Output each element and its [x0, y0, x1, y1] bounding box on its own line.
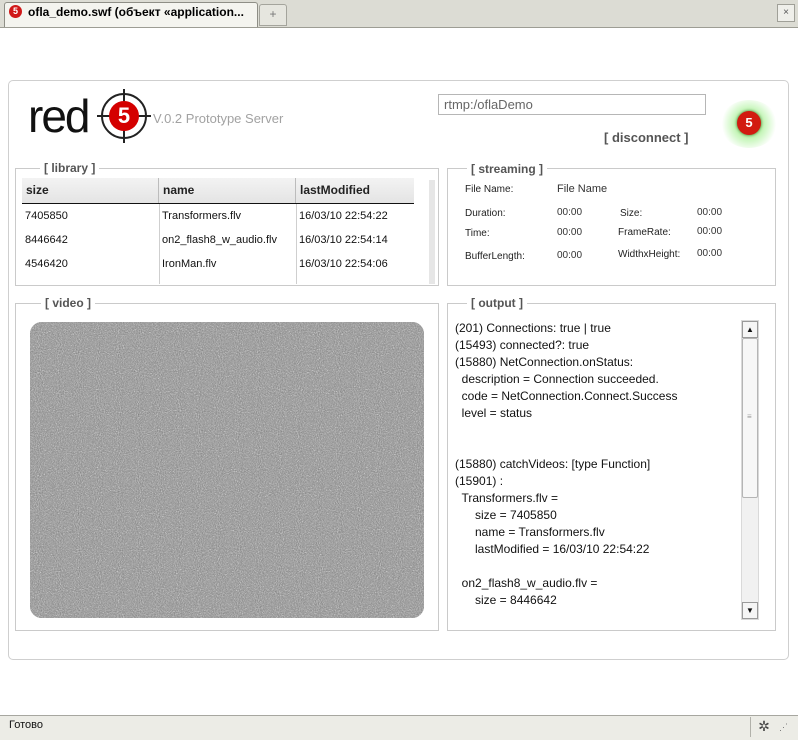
status-divider	[750, 717, 751, 737]
time-label: Time:	[465, 228, 490, 239]
log-line: (201) Connections: true | true	[455, 321, 611, 335]
log-line: (15880) catchVideos: [type Function]	[455, 457, 651, 471]
table-row[interactable]: 7405850 Transformers.flv 16/03/10 22:54:…	[22, 204, 414, 228]
bufferlength-label: BufferLength:	[465, 251, 525, 262]
cell-lastmodified: 16/03/10 22:54:06	[299, 258, 388, 270]
scrollbar-thumb[interactable]: ≡	[742, 338, 758, 498]
log-line: lastModified = 16/03/10 22:54:22	[455, 542, 650, 556]
library-table-header: size name lastModified	[22, 178, 414, 204]
column-divider	[159, 204, 160, 284]
cell-size: 8446642	[25, 234, 68, 246]
video-static-noise	[30, 322, 424, 618]
log-line: size = 8446642	[455, 593, 557, 607]
disconnect-button[interactable]: [ disconnect ]	[604, 130, 689, 145]
resize-grip-icon[interactable]: ⋰	[779, 722, 788, 733]
table-row[interactable]: 4546420 IronMan.flv 16/03/10 22:54:06	[22, 252, 414, 276]
column-header-lastmodified[interactable]: lastModified	[296, 178, 414, 203]
widthxheight-label: WidthxHeight:	[618, 249, 681, 260]
file-name-value: File Name	[557, 183, 608, 195]
column-header-size[interactable]: size	[22, 178, 159, 203]
output-log[interactable]: (201) Connections: true | true (15493) c…	[455, 320, 738, 616]
log-line: size = 7405850	[455, 508, 557, 522]
cell-name: on2_flash8_w_audio.flv	[162, 234, 277, 246]
video-player-screen[interactable]	[30, 322, 424, 618]
duration-value: 00:00	[557, 207, 583, 218]
video-title: [ video ]	[41, 296, 96, 310]
bug-icon[interactable]: ✲	[755, 717, 773, 735]
duration-label: Duration:	[465, 208, 506, 219]
red5-logo-badge: 5	[109, 101, 139, 131]
widthxheight-value: 00:00	[697, 248, 723, 259]
size-label: Size:	[620, 208, 643, 219]
new-tab-button[interactable]: +	[259, 4, 287, 26]
log-line: (15880) NetConnection.onStatus:	[455, 355, 634, 369]
tab-title[interactable]: ofla_demo.swf (объект «application...	[28, 5, 244, 19]
cell-size: 4546420	[25, 258, 68, 270]
scroll-up-button[interactable]: ▲	[742, 321, 758, 338]
connection-status-icon: 5	[737, 111, 761, 135]
file-name-label: File Name:	[465, 184, 514, 195]
log-line: name = Transformers.flv	[455, 525, 605, 539]
log-line: code = NetConnection.Connect.Success	[455, 389, 678, 403]
streaming-title: [ streaming ]	[467, 162, 548, 176]
red5-favicon-icon: 5	[9, 5, 22, 18]
log-line: on2_flash8_w_audio.flv =	[455, 576, 598, 590]
log-line: (15493) connected?: true	[455, 338, 590, 352]
cell-name: Transformers.flv	[162, 210, 242, 222]
version-label: V.0.2 Prototype Server	[153, 111, 284, 126]
cell-lastmodified: 16/03/10 22:54:14	[299, 234, 388, 246]
table-row[interactable]: 8446642 on2_flash8_w_audio.flv 16/03/10 …	[22, 228, 414, 252]
column-divider	[296, 204, 297, 284]
rtmp-url-input[interactable]	[438, 94, 706, 115]
column-header-name[interactable]: name	[159, 178, 296, 203]
framerate-label: FrameRate:	[618, 227, 671, 238]
log-line: level = status	[455, 406, 533, 420]
browser-status-bar	[0, 715, 798, 740]
time-value: 00:00	[557, 227, 583, 238]
status-text: Готово	[9, 719, 43, 731]
output-title: [ output ]	[467, 296, 527, 310]
library-title: [ library ]	[40, 161, 100, 175]
scroll-down-button[interactable]: ▼	[742, 602, 758, 619]
cell-name: IronMan.flv	[162, 258, 217, 270]
library-scrollbar[interactable]	[429, 180, 435, 284]
red5-logo-text: red	[28, 90, 91, 142]
log-line: description = Connection succeeded.	[455, 372, 659, 386]
bufferlength-value: 00:00	[557, 250, 583, 261]
framerate-value: 00:00	[697, 226, 723, 237]
library-table[interactable]: size name lastModified 7405850 Transform…	[22, 178, 414, 284]
log-line: (15901) :	[455, 474, 504, 488]
size-value: 00:00	[697, 207, 723, 218]
cell-lastmodified: 16/03/10 22:54:22	[299, 210, 388, 222]
close-tab-button[interactable]: ×	[777, 4, 795, 22]
log-line: Transformers.flv =	[455, 491, 559, 505]
cell-size: 7405850	[25, 210, 68, 222]
red5-logo-icon: 5	[97, 89, 151, 143]
